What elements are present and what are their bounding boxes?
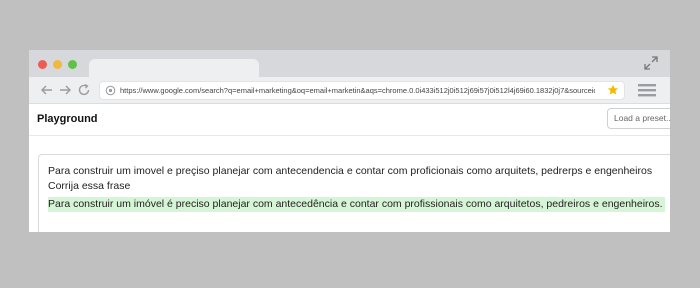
browser-menu-icon[interactable] xyxy=(638,82,656,98)
page-content: Playground Load a preset... Para constru… xyxy=(29,104,670,232)
forward-arrow-icon[interactable] xyxy=(58,83,72,97)
navigation-bar: https://www.google.com/search?q=email+ma… xyxy=(29,77,670,104)
reload-icon[interactable] xyxy=(77,83,91,97)
prompt-line: Para construir um imovel e preçiso plane… xyxy=(48,165,653,177)
prompt-line: Corrija essa frase xyxy=(48,180,131,192)
back-arrow-icon[interactable] xyxy=(40,83,54,97)
bookmark-star-icon[interactable] xyxy=(607,84,619,96)
minimize-window-button[interactable] xyxy=(53,60,62,69)
browser-window: https://www.google.com/search?q=email+ma… xyxy=(29,50,670,232)
expand-icon[interactable] xyxy=(644,56,658,70)
prompt-editor[interactable]: Para construir um imovel e preçiso plane… xyxy=(38,154,670,232)
site-info-icon[interactable] xyxy=(105,85,116,96)
browser-tab[interactable] xyxy=(89,59,259,78)
maximize-window-button[interactable] xyxy=(68,60,77,69)
completion-text: Para construir um imóvel é preciso plane… xyxy=(48,197,665,212)
playground-header: Playground Load a preset... xyxy=(29,104,670,136)
close-window-button[interactable] xyxy=(38,60,47,69)
address-bar[interactable]: https://www.google.com/search?q=email+ma… xyxy=(99,81,625,100)
title-bar xyxy=(29,50,670,78)
load-preset-select[interactable]: Load a preset... xyxy=(607,108,670,129)
page-title: Playground xyxy=(37,113,98,125)
url-text[interactable]: https://www.google.com/search?q=email+ma… xyxy=(120,85,595,96)
